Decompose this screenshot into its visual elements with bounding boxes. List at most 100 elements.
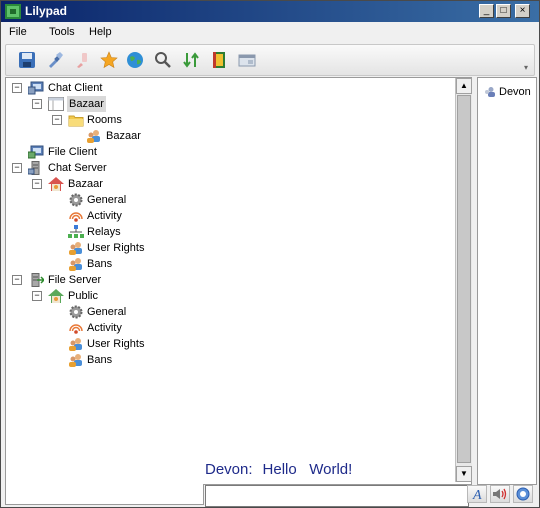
tree-node-rooms[interactable]: − Rooms: [6, 112, 201, 128]
gear-icon: [68, 193, 84, 207]
toolbar-overflow-icon[interactable]: ▾: [524, 63, 532, 73]
font-icon: A: [472, 488, 482, 503]
navigation-tree[interactable]: − Chat Client − Bazaar − Rooms Bazaar Fi…: [5, 77, 204, 505]
chat-server-icon: [27, 161, 44, 175]
tree-label: Chat Client: [48, 82, 103, 94]
message-input[interactable]: [205, 485, 469, 507]
menu-tools[interactable]: Tools: [49, 26, 75, 38]
users-icon: [86, 129, 102, 143]
emoticon-button[interactable]: [513, 485, 533, 503]
chat-transcript[interactable]: Devon: Hello World!: [203, 77, 472, 485]
collapse-icon[interactable]: −: [32, 99, 42, 109]
folder-icon: [68, 113, 84, 127]
disconnect-icon[interactable]: [72, 51, 90, 69]
scroll-up-icon[interactable]: ▲: [456, 78, 472, 94]
menu-file[interactable]: File: [9, 26, 27, 38]
tree-label: Activity: [87, 322, 122, 334]
chat-speaker: Devon:: [205, 461, 253, 478]
home-icon: [48, 289, 64, 303]
svg-text:A: A: [472, 488, 482, 502]
relays-icon: [68, 225, 84, 239]
tree-label: File Client: [48, 146, 97, 158]
tree-node-user-rights[interactable]: User Rights: [6, 240, 201, 256]
scroll-down-icon[interactable]: ▼: [456, 466, 472, 482]
app-window: Lilypad _ □ × File Tools Help ▾ − Chat C…: [0, 0, 540, 508]
tree-node-bans[interactable]: Bans: [6, 256, 201, 272]
tree-node-general[interactable]: General: [6, 192, 201, 208]
tree-node-user-rights[interactable]: User Rights: [6, 336, 201, 352]
tree-label: File Server: [48, 274, 102, 286]
collapse-icon[interactable]: −: [52, 115, 62, 125]
collapse-icon[interactable]: −: [12, 83, 22, 93]
save-icon[interactable]: [18, 51, 36, 69]
tree-label: Bazaar: [67, 96, 106, 112]
bans-icon: [68, 257, 84, 271]
sound-button[interactable]: [490, 485, 510, 503]
collapse-icon[interactable]: −: [12, 275, 22, 285]
activity-icon: [68, 209, 84, 223]
file-server-icon: [28, 273, 46, 287]
tree-node-activity[interactable]: Activity: [6, 208, 201, 224]
tree-node-bazaar-users[interactable]: Bazaar: [6, 128, 201, 144]
tree-label: General: [87, 306, 127, 318]
tree-label: Chat Server: [48, 162, 107, 174]
tree-node-general[interactable]: General: [6, 304, 201, 320]
tree-label: Rooms: [87, 114, 122, 126]
tree-label: User Rights: [87, 242, 145, 254]
file-client-icon: [27, 145, 44, 159]
lilypad-app-icon: [5, 4, 21, 19]
collapse-icon[interactable]: −: [32, 179, 42, 189]
tree-node-activity[interactable]: Activity: [6, 320, 201, 336]
tree-label: Relays: [87, 226, 121, 238]
maximize-button[interactable]: □: [496, 4, 511, 18]
connect-icon[interactable]: [46, 51, 64, 69]
tree-node-relays[interactable]: Relays: [6, 224, 201, 240]
gear-icon: [68, 305, 84, 319]
book-icon[interactable]: [210, 51, 228, 69]
menu-help[interactable]: Help: [89, 26, 112, 38]
home-icon: [48, 177, 64, 191]
tree-label: Bans: [87, 258, 113, 270]
chat-client-icon: [27, 81, 44, 95]
title-bar[interactable]: Lilypad _ □ ×: [1, 1, 539, 22]
sound-icon: [493, 488, 507, 500]
user-rights-icon: [68, 337, 84, 351]
window-icon[interactable]: [238, 51, 256, 69]
transfer-icon[interactable]: [182, 51, 200, 69]
emoticon-icon: [516, 487, 530, 501]
globe-icon[interactable]: [126, 51, 144, 69]
tree-node-file-client[interactable]: File Client: [6, 144, 201, 160]
font-button[interactable]: A: [467, 485, 487, 503]
user-list[interactable]: Devon: [477, 77, 537, 485]
window-title: Lilypad: [25, 4, 68, 18]
tree-node-bazaar-server[interactable]: − Bazaar: [6, 176, 201, 192]
chat-scrollbar[interactable]: ▲ ▼: [455, 78, 472, 482]
collapse-icon[interactable]: −: [32, 291, 42, 301]
collapse-icon[interactable]: −: [12, 163, 22, 173]
activity-icon: [68, 321, 84, 335]
tree-node-public[interactable]: − Public: [6, 288, 201, 304]
tree-node-chat-server[interactable]: − Chat Server: [6, 160, 201, 176]
scroll-thumb[interactable]: [457, 95, 471, 463]
tree-node-bazaar-room[interactable]: − Bazaar: [6, 96, 201, 112]
favorite-star-icon[interactable]: [100, 51, 118, 69]
tree-label: Bans: [87, 354, 113, 366]
tree-node-bans[interactable]: Bans: [6, 352, 201, 368]
tree-label: Bazaar: [68, 178, 103, 190]
minimize-button[interactable]: _: [479, 4, 494, 18]
tree-label: General: [87, 194, 127, 206]
room-window-icon: [48, 97, 64, 111]
chat-message: Devon: Hello World!: [205, 461, 362, 478]
user-rights-icon: [68, 241, 84, 255]
search-icon[interactable]: [154, 51, 172, 69]
tree-label: Bazaar: [106, 130, 141, 142]
tree-node-chat-client[interactable]: − Chat Client: [6, 80, 201, 96]
user-name: Devon: [499, 86, 531, 98]
toolbar: ▾: [5, 44, 535, 76]
tree-node-file-server[interactable]: − File Server: [6, 272, 201, 288]
menu-bar: File Tools Help: [1, 22, 539, 42]
chat-text: Hello World!: [262, 461, 353, 478]
bans-icon: [68, 353, 84, 367]
tree-label: Public: [68, 290, 98, 302]
close-button[interactable]: ×: [515, 4, 530, 18]
